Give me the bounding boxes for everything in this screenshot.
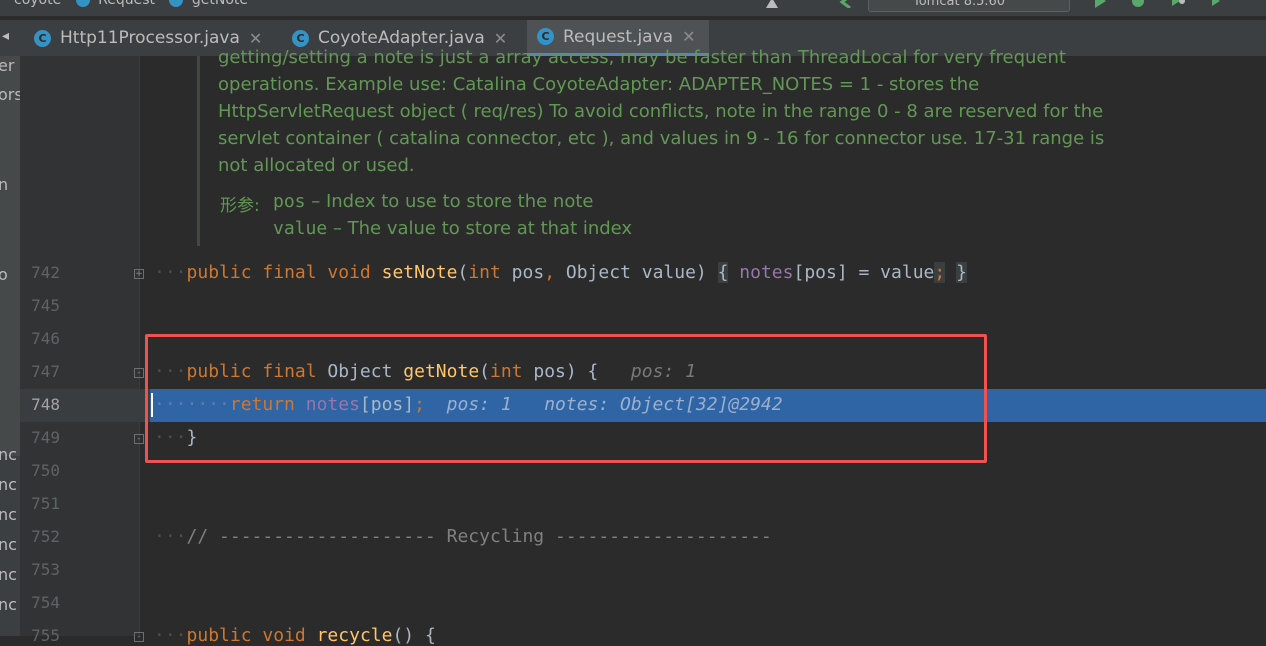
- line-number[interactable]: 745: [6, 296, 60, 315]
- highlight-annotation-box: [145, 334, 987, 463]
- back-arrow-icon[interactable]: [838, 0, 854, 8]
- class-icon: [75, 0, 90, 7]
- javadoc-line: HttpServletRequest object ( req/res) To …: [218, 101, 1104, 122]
- fold-icon[interactable]: +: [134, 269, 144, 279]
- tab-label: CoyoteAdapter.java: [318, 28, 485, 48]
- javadoc-params-label: 形参:: [220, 196, 260, 216]
- line-number[interactable]: 751: [6, 494, 60, 513]
- line-number[interactable]: 748: [6, 395, 60, 414]
- javadoc-line: operations. Example use: Catalina Coyote…: [218, 74, 980, 95]
- fold-icon[interactable]: -: [134, 434, 144, 444]
- breadcrumb-item[interactable]: coyote: [14, 0, 61, 8]
- line-number[interactable]: 746: [6, 329, 60, 348]
- line-number[interactable]: 752: [6, 527, 60, 546]
- debug-icon[interactable]: [1130, 0, 1146, 8]
- javadoc-param: value – The value to store at that index: [273, 218, 633, 239]
- line-number[interactable]: 750: [6, 461, 60, 480]
- breadcrumb-item[interactable]: Request: [98, 0, 155, 8]
- c-class-icon: C: [292, 29, 309, 47]
- tab-label: Http11Processor.java: [60, 28, 240, 48]
- javadoc-line: not allocated or used.: [218, 155, 415, 176]
- coverage-icon[interactable]: [1170, 0, 1186, 8]
- top-toolbar: coyote Request getNote Tomcat 8.5.60: [0, 0, 1266, 16]
- method-icon: [169, 0, 184, 7]
- breadcrumb: coyote Request getNote: [14, 0, 248, 8]
- fold-icon[interactable]: -: [134, 632, 144, 642]
- fold-icon[interactable]: -: [134, 368, 144, 378]
- line-number[interactable]: 753: [6, 560, 60, 579]
- line-number[interactable]: 754: [6, 593, 60, 612]
- code-line-742[interactable]: ···public final void setNote(int pos, Ob…: [154, 262, 967, 283]
- profile-icon[interactable]: [1210, 0, 1226, 8]
- close-icon[interactable]: ✕: [494, 29, 507, 48]
- close-icon[interactable]: ✕: [682, 27, 695, 46]
- line-number[interactable]: 747: [6, 362, 60, 381]
- line-number[interactable]: 749: [6, 428, 60, 447]
- close-icon[interactable]: ✕: [249, 29, 262, 48]
- run-icon[interactable]: [1092, 0, 1108, 8]
- breadcrumb-item[interactable]: getNote: [192, 0, 248, 8]
- tab-label: Request.java: [563, 26, 674, 47]
- code-line-752[interactable]: ···// -------------------- Recycling ---…: [154, 526, 772, 547]
- c-class-icon: C: [537, 28, 554, 45]
- javadoc-line: getting/setting a note is just a array a…: [218, 47, 1066, 68]
- c-class-icon: C: [34, 29, 51, 47]
- tree-item[interactable]: ors: [0, 85, 20, 104]
- line-number[interactable]: 742: [6, 263, 60, 282]
- tabs-scroll-left-icon[interactable]: ◂: [2, 28, 9, 44]
- tree-item[interactable]: er: [0, 56, 14, 75]
- user-icon[interactable]: [764, 0, 780, 8]
- javadoc-line: servlet container ( catalina connector, …: [218, 128, 1105, 149]
- tree-item[interactable]: n: [0, 175, 8, 194]
- run-configuration-select[interactable]: Tomcat 8.5.60: [868, 0, 1070, 12]
- javadoc-param: pos – Index to use to store the note: [273, 191, 594, 212]
